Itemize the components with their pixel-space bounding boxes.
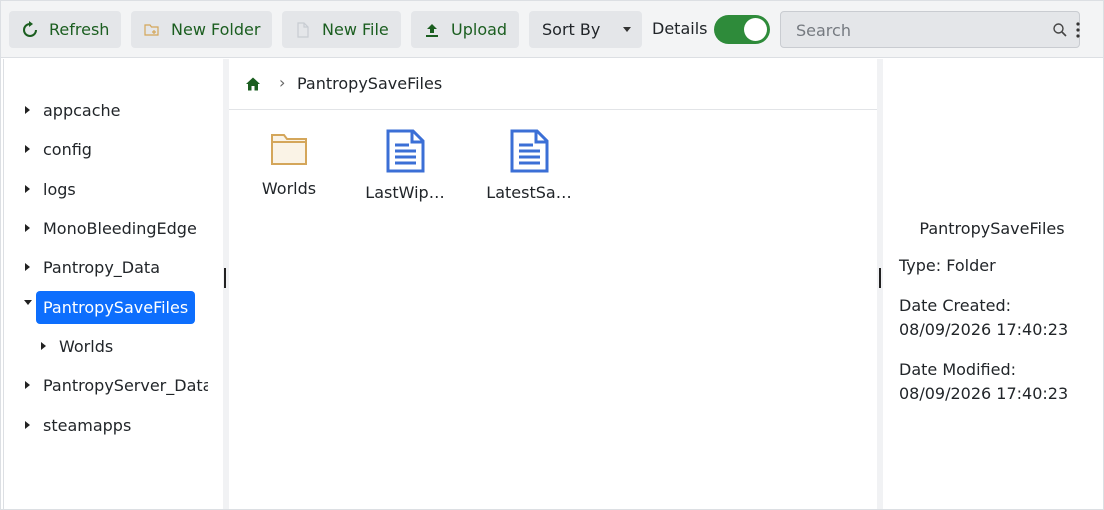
expand-arrow-icon[interactable] — [25, 421, 30, 429]
tree-item-label: Pantropy_Data — [43, 258, 160, 277]
expand-arrow-icon[interactable] — [25, 224, 30, 232]
tree-item-pantropysavefiles[interactable]: PantropySaveFiles — [4, 291, 208, 324]
new-folder-icon — [144, 23, 159, 36]
toggle-knob — [744, 18, 767, 41]
home-icon[interactable] — [245, 76, 261, 92]
refresh-icon — [23, 20, 37, 37]
tree-item-steamapps[interactable]: steamapps — [4, 409, 208, 442]
details-type: Type: Folder — [899, 256, 996, 275]
expand-arrow-icon[interactable] — [25, 263, 30, 271]
chevron-down-icon — [623, 27, 631, 32]
refresh-label: Refresh — [49, 20, 110, 39]
search-icon[interactable] — [1052, 22, 1068, 38]
file-name: LastWip… — [365, 183, 445, 202]
file-icon — [510, 129, 549, 173]
tree-item-config[interactable]: config — [4, 133, 208, 166]
new-folder-label: New Folder — [171, 20, 261, 39]
refresh-button[interactable]: Refresh — [9, 11, 121, 48]
details-toggle[interactable] — [714, 15, 770, 44]
expand-arrow-icon[interactable] — [25, 145, 30, 153]
file-name: LatestSa… — [486, 183, 572, 202]
new-file-icon — [297, 21, 309, 38]
file-name: Worlds — [261, 179, 317, 198]
sort-by-dropdown[interactable]: Sort By — [529, 11, 642, 48]
more-options-icon[interactable] — [1075, 21, 1081, 39]
upload-button[interactable]: Upload — [411, 11, 519, 48]
folder-tree-viewport: appcache config logs MonoBleedingEdge Pa… — [4, 59, 208, 510]
search-input[interactable] — [794, 20, 1044, 41]
tree-item-monobleedingedge[interactable]: MonoBleedingEdge — [4, 212, 208, 245]
expand-arrow-icon[interactable] — [25, 185, 30, 193]
sort-by-label: Sort By — [542, 20, 601, 39]
expand-arrow-icon[interactable] — [25, 106, 30, 114]
tree-item-pantropy-data[interactable]: Pantropy_Data — [4, 251, 208, 284]
tree-item-label: steamapps — [43, 416, 132, 435]
file-icon — [386, 129, 425, 173]
details-modified-label: Date Modified: — [899, 360, 1016, 379]
expand-arrow-icon[interactable] — [41, 342, 46, 350]
upload-label: Upload — [451, 20, 508, 39]
file-item-latestsave[interactable]: LatestSa… — [481, 129, 577, 202]
new-file-button[interactable]: New File — [282, 11, 401, 48]
file-view: › PantropySaveFiles Worlds LastWip… Late… — [229, 59, 877, 510]
tree-item-label: PantropyServer_Data — [43, 376, 208, 395]
upload-icon — [426, 23, 438, 37]
breadcrumb-current[interactable]: PantropySaveFiles — [297, 74, 442, 93]
details-created-label: Date Created: — [899, 296, 1012, 315]
toolbar: Refresh New Folder New File Upload Sort … — [0, 0, 1104, 58]
tree-item-label-selected: PantropySaveFiles — [36, 291, 196, 324]
splitter-handle[interactable] — [224, 268, 226, 288]
tree-item-logs[interactable]: logs — [4, 173, 208, 206]
expand-arrow-icon[interactable] — [25, 381, 30, 389]
tree-item-label: MonoBleedingEdge — [43, 219, 197, 238]
tree-item-label: Worlds — [59, 337, 114, 356]
splitter-handle[interactable] — [879, 268, 881, 288]
details-item-name: PantropySaveFiles — [919, 219, 1065, 238]
folder-tree: appcache config logs MonoBleedingEdge Pa… — [3, 59, 223, 510]
tree-item-appcache[interactable]: appcache — [4, 94, 208, 127]
details-created-value: 08/09/2026 17:40:23 — [899, 320, 1069, 339]
details-pane: PantropySaveFiles Type: Folder Date Crea… — [883, 59, 1101, 510]
folder-icon — [271, 134, 307, 165]
new-file-label: New File — [322, 20, 389, 39]
tree-item-label: config — [43, 140, 92, 159]
search-box — [780, 11, 1080, 48]
tree-item-label: logs — [43, 180, 76, 199]
tree-item-worlds[interactable]: Worlds — [4, 330, 208, 363]
details-modified-value: 08/09/2026 17:40:23 — [899, 384, 1069, 403]
new-folder-button[interactable]: New Folder — [131, 11, 272, 48]
tree-item-label: appcache — [43, 101, 121, 120]
tree-item-pantropyserver-data[interactable]: PantropyServer_Data — [4, 369, 208, 402]
details-label: Details — [652, 19, 708, 38]
file-item-lastwip[interactable]: LastWip… — [357, 129, 453, 202]
collapse-arrow-icon[interactable] — [24, 300, 32, 305]
breadcrumb: › PantropySaveFiles — [229, 59, 877, 110]
file-item-worlds[interactable]: Worlds — [241, 129, 337, 198]
breadcrumb-separator: › — [279, 73, 286, 92]
